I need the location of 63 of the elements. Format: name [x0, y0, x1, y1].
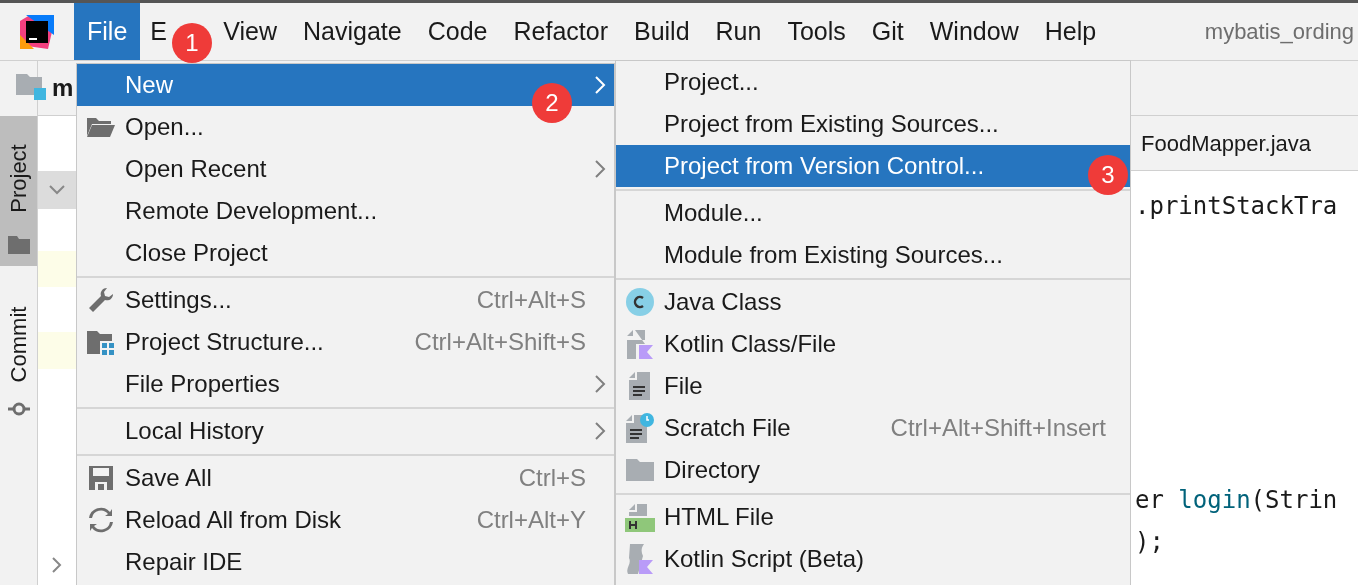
- scratch-file-icon: [626, 413, 654, 443]
- shortcut-label: Ctrl+Alt+Y: [476, 505, 586, 535]
- commit-icon: [7, 402, 30, 416]
- menu-item[interactable]: Close Project: [77, 232, 614, 274]
- menu-item[interactable]: Scratch File Ctrl+Alt+Shift+Insert: [616, 407, 1130, 449]
- folder-icon: [626, 459, 654, 481]
- window-title: mybatis_ording: [1204, 18, 1355, 46]
- menu-item[interactable]: Project from Existing Sources...: [616, 103, 1130, 145]
- menu-bar-item[interactable]: Git: [858, 3, 917, 60]
- menu-bar-item[interactable]: Tools: [774, 3, 859, 60]
- open-folder-icon: [86, 116, 116, 138]
- menu-bar-item[interactable]: Run: [702, 3, 775, 60]
- menu-item[interactable]: Local History: [77, 410, 614, 452]
- menu-bar-item[interactable]: Refactor: [500, 3, 621, 60]
- menu-item[interactable]: Open Recent: [77, 148, 614, 190]
- menu-item[interactable]: File: [616, 365, 1130, 407]
- menu-item[interactable]: Kotlin Class/File: [616, 323, 1130, 365]
- menu-bar-item[interactable]: File: [74, 3, 141, 60]
- menu-item[interactable]: Save All Ctrl+S: [77, 457, 614, 499]
- menu-item[interactable]: File Properties: [77, 363, 614, 405]
- menu-bar-item[interactable]: Navigate: [290, 3, 415, 60]
- project-folder-icon: [16, 74, 46, 102]
- wrench-icon: [87, 286, 115, 314]
- code-line: .printStackTra: [1135, 191, 1339, 222]
- menu-item[interactable]: Reload All from Disk Ctrl+Alt+Y: [77, 499, 614, 541]
- project-name: m: [52, 73, 74, 103]
- menu-item[interactable]: Settings... Ctrl+Alt+S: [77, 279, 614, 321]
- side-tab[interactable]: Project: [0, 116, 37, 266]
- menu-bar-item[interactable]: Help: [1031, 3, 1110, 60]
- code-line: );: [1135, 527, 1165, 558]
- menu-item[interactable]: Repair IDE: [77, 541, 614, 583]
- side-tab[interactable]: Commit: [0, 282, 37, 428]
- menu-item[interactable]: HTML File: [616, 496, 1130, 538]
- menu-item[interactable]: Project Structure... Ctrl+Alt+Shift+S: [77, 321, 614, 363]
- text-file-icon: [629, 372, 651, 400]
- menu-item[interactable]: Directory: [616, 449, 1130, 491]
- menu-item[interactable]: Module from Existing Sources...: [616, 234, 1130, 276]
- menu-bar-item[interactable]: E: [140, 3, 167, 60]
- shortcut-label: Ctrl+Alt+Shift+Insert: [890, 413, 1107, 443]
- kotlin-script-icon: [626, 544, 654, 574]
- class-icon: [626, 288, 654, 316]
- shortcut-label: Ctrl+Alt+S: [476, 285, 586, 315]
- menu-item[interactable]: Kotlin Script (Beta): [616, 538, 1130, 580]
- menu-item[interactable]: Remote Development...: [77, 190, 614, 232]
- menu-bar-item[interactable]: Window: [916, 3, 1032, 60]
- shortcut-label: Ctrl+S: [518, 463, 586, 493]
- menu-item[interactable]: Java Class: [616, 281, 1130, 323]
- collapse-chevron-icon: [48, 184, 66, 196]
- menu-item[interactable]: Project...: [616, 61, 1130, 103]
- menu-bar-item[interactable]: View: [210, 3, 291, 60]
- menu-item[interactable]: Module...: [616, 192, 1130, 234]
- html-file-icon: [625, 502, 655, 532]
- code-line: er login(Strin: [1135, 485, 1339, 516]
- save-icon: [88, 465, 114, 491]
- reload-icon: [88, 507, 114, 533]
- expand-chevron-icon: [51, 556, 63, 574]
- kotlin-file-icon: [627, 329, 653, 359]
- app-logo-icon: [20, 14, 54, 49]
- project-structure-icon: [86, 329, 116, 355]
- shortcut-label: Ctrl+Alt+Shift+S: [414, 327, 586, 357]
- menu-bar-item[interactable]: Build: [620, 3, 703, 60]
- folder-icon: [7, 236, 30, 254]
- menu-bar-item[interactable]: Code: [414, 3, 501, 60]
